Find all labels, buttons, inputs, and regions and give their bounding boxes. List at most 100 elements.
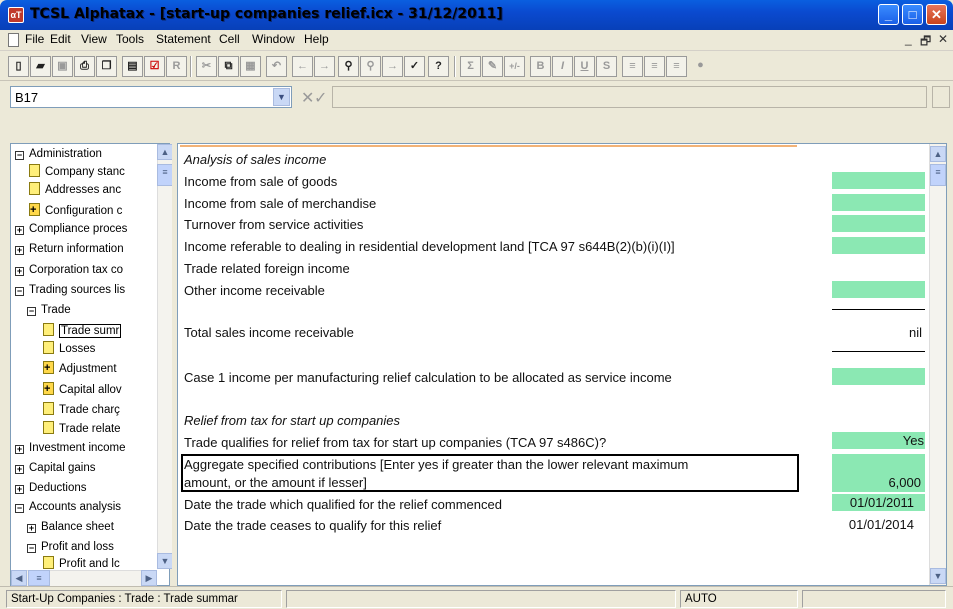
tree-item-trade-summary[interactable]: Trade sumr bbox=[43, 322, 122, 340]
collapse-icon[interactable]: − bbox=[27, 544, 36, 553]
more-tools-icon[interactable]: ● bbox=[690, 56, 711, 77]
maximize-button[interactable]: □ bbox=[902, 4, 923, 25]
edit-pen-icon[interactable]: ✎ bbox=[482, 56, 503, 77]
find-binoculars-icon[interactable]: ⚲ bbox=[338, 56, 359, 77]
row-label-line2[interactable]: amount, or the amount if lesser] bbox=[184, 475, 367, 490]
tree-item-profit-and-loss[interactable]: − Profit and loss bbox=[27, 538, 114, 556]
qualifies-value[interactable]: Yes bbox=[832, 433, 924, 448]
mdi-close-button[interactable]: ✕ bbox=[938, 32, 948, 46]
plus-minus-button[interactable]: +/- bbox=[504, 56, 525, 77]
tree-item-return-information[interactable]: + Return information bbox=[15, 240, 124, 258]
total-value[interactable]: nil bbox=[832, 325, 922, 340]
mdi-minimize-button[interactable]: _ bbox=[905, 32, 912, 46]
scroll-thumb[interactable]: ≡ bbox=[930, 164, 946, 186]
input-cell[interactable] bbox=[832, 281, 925, 298]
scroll-up-icon[interactable]: ▲ bbox=[157, 144, 173, 160]
menu-window[interactable]: Window bbox=[252, 32, 295, 46]
expand-icon[interactable]: + bbox=[15, 465, 24, 474]
goto-arrow-icon[interactable]: → bbox=[382, 56, 403, 77]
save-icon[interactable]: ▣ bbox=[52, 56, 73, 77]
document-icon[interactable] bbox=[8, 33, 19, 47]
paste-icon[interactable]: ▦ bbox=[240, 56, 261, 77]
open-folder-icon[interactable]: ▰ bbox=[30, 56, 51, 77]
tree-vertical-scrollbar[interactable] bbox=[157, 144, 173, 569]
tree-item-administration[interactable]: − Administration bbox=[15, 145, 102, 163]
tree-item-configuration[interactable]: Configuration c bbox=[29, 201, 122, 220]
collapse-icon[interactable]: − bbox=[27, 307, 36, 316]
align-right-icon[interactable]: ≡ bbox=[666, 56, 687, 77]
align-left-icon[interactable]: ≡ bbox=[622, 56, 643, 77]
copy-sheet-icon[interactable]: ❐ bbox=[96, 56, 117, 77]
align-center-icon[interactable]: ≡ bbox=[644, 56, 665, 77]
new-file-icon[interactable]: ▯ bbox=[8, 56, 29, 77]
style-s-button[interactable]: S bbox=[596, 56, 617, 77]
print-preview-icon[interactable]: ▤ bbox=[122, 56, 143, 77]
horizontal-scroll-thumb[interactable]: ≡ bbox=[28, 570, 50, 586]
copy-icon[interactable]: ⧉ bbox=[218, 56, 239, 77]
collapse-icon[interactable]: − bbox=[15, 287, 24, 296]
cut-icon[interactable]: ✂ bbox=[196, 56, 217, 77]
tree-item-trade-related[interactable]: Trade relate bbox=[43, 420, 121, 438]
scroll-thumb[interactable]: ≡ bbox=[157, 164, 173, 186]
collapse-icon[interactable]: − bbox=[15, 504, 24, 513]
navigation-tree[interactable]: − Administration Company stanc Addresses … bbox=[10, 143, 170, 586]
input-cell[interactable] bbox=[832, 194, 925, 211]
formula-input[interactable] bbox=[332, 86, 927, 108]
input-cell[interactable] bbox=[832, 368, 925, 385]
expand-icon[interactable]: + bbox=[15, 485, 24, 494]
tree-item-balance-sheet[interactable]: + Balance sheet bbox=[27, 518, 114, 536]
tree-item-accounts-analysis[interactable]: − Accounts analysis bbox=[15, 498, 121, 516]
tree-item-investment-income[interactable]: + Investment income bbox=[15, 439, 126, 457]
tree-item-company-standing[interactable]: Company stanc bbox=[29, 163, 125, 181]
expand-icon[interactable]: + bbox=[27, 524, 36, 533]
app-icon[interactable]: αT bbox=[8, 7, 24, 23]
minimize-button[interactable]: _ bbox=[878, 4, 899, 25]
input-cell[interactable] bbox=[832, 215, 925, 232]
commenced-date-value[interactable]: 01/01/2011 bbox=[815, 495, 914, 510]
menu-help[interactable]: Help bbox=[304, 32, 329, 46]
print-icon[interactable]: ⎙ bbox=[74, 56, 95, 77]
spell-check-icon[interactable]: ✓ bbox=[404, 56, 425, 77]
scroll-right-icon[interactable]: ▶ bbox=[141, 570, 157, 586]
find-next-icon[interactable]: ⚲ bbox=[360, 56, 381, 77]
tree-item-deductions[interactable]: + Deductions bbox=[15, 479, 87, 497]
input-cell[interactable] bbox=[832, 237, 925, 254]
underline-button[interactable]: U bbox=[574, 56, 595, 77]
collapse-icon[interactable]: − bbox=[15, 151, 24, 160]
tree-item-capital-allowances[interactable]: Capital allov bbox=[43, 380, 122, 399]
expand-icon[interactable]: + bbox=[15, 445, 24, 454]
scroll-up-icon[interactable]: ▲ bbox=[930, 146, 946, 162]
r-button[interactable]: R bbox=[166, 56, 187, 77]
menu-edit[interactable]: Edit bbox=[50, 32, 71, 46]
menu-cell[interactable]: Cell bbox=[219, 32, 240, 46]
tree-item-trade[interactable]: − Trade bbox=[27, 301, 71, 319]
scroll-left-icon[interactable]: ◀ bbox=[11, 570, 27, 586]
cell-reference-box[interactable]: B17 bbox=[10, 86, 292, 108]
tree-item-addresses[interactable]: Addresses anc bbox=[29, 181, 121, 199]
tree-item-capital-gains[interactable]: + Capital gains bbox=[15, 459, 95, 477]
tree-item-compliance[interactable]: + Compliance proces bbox=[15, 220, 127, 238]
cancel-edit-icon[interactable]: ✕ bbox=[301, 88, 314, 108]
sum-icon[interactable]: Σ bbox=[460, 56, 481, 77]
italic-button[interactable]: I bbox=[552, 56, 573, 77]
tree-item-trading-sources[interactable]: − Trading sources lis bbox=[15, 281, 125, 299]
confirm-edit-icon[interactable]: ✓ bbox=[314, 88, 327, 108]
help-icon[interactable]: ? bbox=[428, 56, 449, 77]
tree-item-adjustments[interactable]: Adjustment bbox=[43, 359, 117, 378]
scroll-down-icon[interactable]: ▼ bbox=[157, 553, 173, 569]
undo-icon[interactable]: ↶ bbox=[266, 56, 287, 77]
expand-icon[interactable]: + bbox=[15, 226, 24, 235]
close-button[interactable]: ✕ bbox=[926, 4, 947, 25]
check-icon[interactable]: ☑ bbox=[144, 56, 165, 77]
back-arrow-icon[interactable]: ← bbox=[292, 56, 313, 77]
bold-button[interactable]: B bbox=[530, 56, 551, 77]
mdi-restore-button[interactable]: 🗗 bbox=[920, 32, 931, 53]
forward-arrow-icon[interactable]: → bbox=[314, 56, 335, 77]
worksheet-vertical-scrollbar[interactable] bbox=[929, 144, 946, 585]
menu-file[interactable]: File bbox=[25, 32, 44, 46]
menu-statement[interactable]: Statement bbox=[156, 32, 211, 46]
tree-item-losses[interactable]: Losses bbox=[43, 340, 95, 358]
tree-item-corporation-tax[interactable]: + Corporation tax co bbox=[15, 261, 123, 279]
input-cell[interactable] bbox=[832, 172, 925, 189]
expand-icon[interactable]: + bbox=[15, 246, 24, 255]
